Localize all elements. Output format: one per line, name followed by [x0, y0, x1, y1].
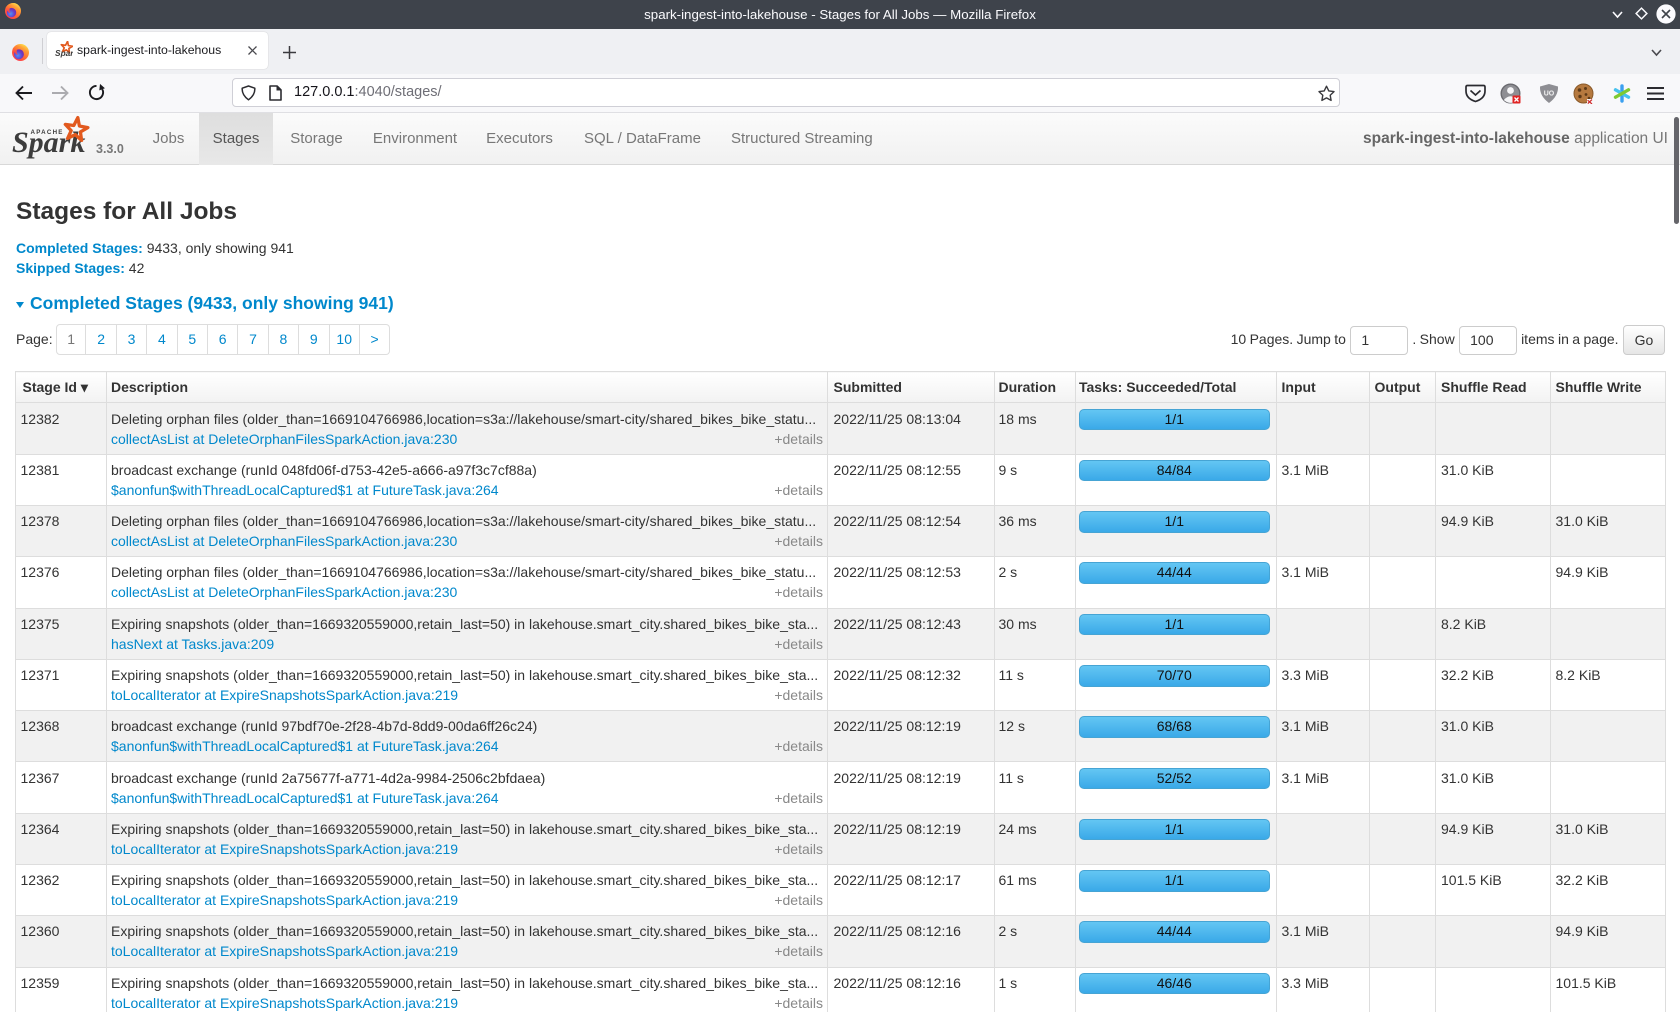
svg-text:UO: UO: [1544, 91, 1555, 98]
svg-text:Spark: Spark: [12, 126, 85, 159]
svg-text:3.3.0: 3.3.0: [96, 142, 124, 156]
svg-text:Spark: Spark: [55, 48, 73, 58]
